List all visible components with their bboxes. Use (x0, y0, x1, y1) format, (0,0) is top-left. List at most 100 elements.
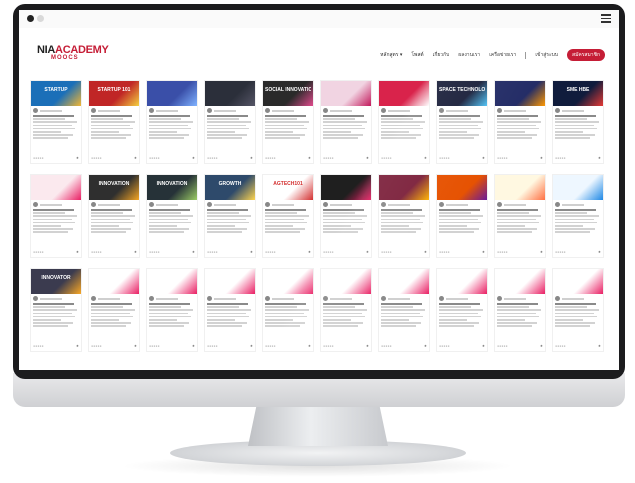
course-card[interactable]: ●●●●● ★ (204, 80, 256, 164)
bookmark-icon[interactable]: ★ (540, 156, 543, 160)
bookmark-icon[interactable]: ★ (76, 344, 79, 348)
course-card[interactable]: ●●●●● ★ (378, 268, 430, 352)
bookmark-icon[interactable]: ★ (192, 250, 195, 254)
course-thumbnail[interactable]: STARTUP 101 (89, 81, 139, 106)
course-thumbnail[interactable] (379, 175, 429, 200)
course-thumbnail[interactable] (553, 175, 603, 200)
course-thumbnail[interactable] (379, 269, 429, 294)
bookmark-icon[interactable]: ★ (134, 344, 137, 348)
course-card[interactable]: ●●●●● ★ (30, 174, 82, 258)
login-link[interactable]: เข้าสู่ระบบ (535, 51, 558, 59)
bookmark-icon[interactable]: ★ (192, 344, 195, 348)
course-card[interactable]: ●●●●● ★ (378, 80, 430, 164)
course-card[interactable]: ●●●●● ★ (320, 174, 372, 258)
bookmark-icon[interactable]: ★ (424, 156, 427, 160)
course-card[interactable]: AGTECH101 ●●●●● ★ (262, 174, 314, 258)
bookmark-icon[interactable]: ★ (76, 250, 79, 254)
nav-about[interactable]: เกี่ยวกับ (433, 51, 450, 59)
course-card[interactable]: GROWTH ●●●●● ★ (204, 174, 256, 258)
window-dot[interactable] (27, 15, 34, 22)
window-dot[interactable] (37, 15, 44, 22)
course-thumbnail[interactable]: AGTECH101 (263, 175, 313, 200)
course-thumbnail[interactable]: SPACE TECHNOLOGY (437, 81, 487, 106)
bookmark-icon[interactable]: ★ (250, 250, 253, 254)
bookmark-icon[interactable]: ★ (366, 344, 369, 348)
course-thumbnail[interactable] (147, 81, 197, 106)
course-thumbnail[interactable] (89, 269, 139, 294)
bookmark-icon[interactable]: ★ (598, 344, 601, 348)
signup-button[interactable]: สมัครสมาชิก (567, 49, 605, 61)
bookmark-icon[interactable]: ★ (308, 250, 311, 254)
bookmark-icon[interactable]: ★ (308, 156, 311, 160)
bookmark-icon[interactable]: ★ (424, 344, 427, 348)
course-card[interactable]: ●●●●● ★ (494, 268, 546, 352)
course-card[interactable]: ●●●●● ★ (320, 268, 372, 352)
bookmark-icon[interactable]: ★ (366, 250, 369, 254)
course-card[interactable]: STARTUP ●●●●● ★ (30, 80, 82, 164)
course-thumbnail[interactable] (31, 175, 81, 200)
course-card[interactable]: INNOVATION ●●●●● ★ (88, 174, 140, 258)
course-card[interactable]: ●●●●● ★ (146, 80, 198, 164)
course-thumbnail[interactable]: INNOVATOR (31, 269, 81, 294)
bookmark-icon[interactable]: ★ (540, 344, 543, 348)
course-card[interactable]: ●●●●● ★ (436, 174, 488, 258)
bookmark-icon[interactable]: ★ (482, 250, 485, 254)
course-thumbnail[interactable] (321, 175, 371, 200)
bookmark-icon[interactable]: ★ (598, 156, 601, 160)
bookmark-icon[interactable]: ★ (482, 344, 485, 348)
nav-network[interactable]: เครือข่ายเรา (489, 51, 516, 59)
course-card[interactable]: INNOVATOR ●●●●● ★ (30, 268, 82, 352)
nav-works[interactable]: ผลงานเรา (458, 51, 480, 59)
bookmark-icon[interactable]: ★ (134, 156, 137, 160)
bookmark-icon[interactable]: ★ (192, 156, 195, 160)
course-card[interactable]: ●●●●● ★ (88, 268, 140, 352)
bookmark-icon[interactable]: ★ (482, 156, 485, 160)
course-thumbnail[interactable] (495, 81, 545, 106)
course-card[interactable]: SPACE TECHNOLOGY ●●●●● ★ (436, 80, 488, 164)
course-thumbnail[interactable] (263, 269, 313, 294)
course-card[interactable]: ●●●●● ★ (494, 174, 546, 258)
bookmark-icon[interactable]: ★ (308, 344, 311, 348)
nav-posts[interactable]: โพสต์ (411, 51, 423, 59)
course-thumbnail[interactable]: GROWTH (205, 175, 255, 200)
course-thumbnail[interactable] (437, 269, 487, 294)
hamburger-menu-icon[interactable] (601, 14, 611, 23)
course-thumbnail[interactable] (321, 81, 371, 106)
course-thumbnail[interactable] (437, 175, 487, 200)
bookmark-icon[interactable]: ★ (598, 250, 601, 254)
course-card[interactable]: ●●●●● ★ (378, 174, 430, 258)
course-card[interactable]: ●●●●● ★ (262, 268, 314, 352)
course-thumbnail[interactable] (495, 269, 545, 294)
course-card[interactable]: ●●●●● ★ (552, 268, 604, 352)
nav-courses[interactable]: หลักสูตร ▾ (380, 51, 402, 59)
course-card[interactable]: ●●●●● ★ (204, 268, 256, 352)
course-thumbnail[interactable]: INNOVATION (89, 175, 139, 200)
course-card[interactable]: ●●●●● ★ (320, 80, 372, 164)
course-thumbnail[interactable] (379, 81, 429, 106)
course-thumbnail[interactable] (321, 269, 371, 294)
course-thumbnail[interactable]: SOCIAL INNOVATION (263, 81, 313, 106)
course-card[interactable]: INNOVATION ●●●●● ★ (146, 174, 198, 258)
course-card[interactable]: SME HBE ●●●●● ★ (552, 80, 604, 164)
bookmark-icon[interactable]: ★ (366, 156, 369, 160)
course-card[interactable]: ●●●●● ★ (552, 174, 604, 258)
course-thumbnail[interactable] (205, 269, 255, 294)
nia-academy-logo[interactable]: NIAACADEMY MOOCS (37, 44, 109, 61)
course-card[interactable]: SOCIAL INNOVATION ●●●●● ★ (262, 80, 314, 164)
bookmark-icon[interactable]: ★ (134, 250, 137, 254)
course-card[interactable]: ●●●●● ★ (494, 80, 546, 164)
course-thumbnail[interactable]: SME HBE (553, 81, 603, 106)
course-card[interactable]: ●●●●● ★ (146, 268, 198, 352)
course-card[interactable]: ●●●●● ★ (436, 268, 488, 352)
bookmark-icon[interactable]: ★ (424, 250, 427, 254)
course-thumbnail[interactable] (205, 81, 255, 106)
bookmark-icon[interactable]: ★ (540, 250, 543, 254)
course-thumbnail[interactable] (147, 269, 197, 294)
course-thumbnail[interactable]: STARTUP (31, 81, 81, 106)
course-thumbnail[interactable]: INNOVATION (147, 175, 197, 200)
course-card[interactable]: STARTUP 101 ●●●●● ★ (88, 80, 140, 164)
bookmark-icon[interactable]: ★ (250, 156, 253, 160)
bookmark-icon[interactable]: ★ (250, 344, 253, 348)
course-thumbnail[interactable] (495, 175, 545, 200)
bookmark-icon[interactable]: ★ (76, 156, 79, 160)
